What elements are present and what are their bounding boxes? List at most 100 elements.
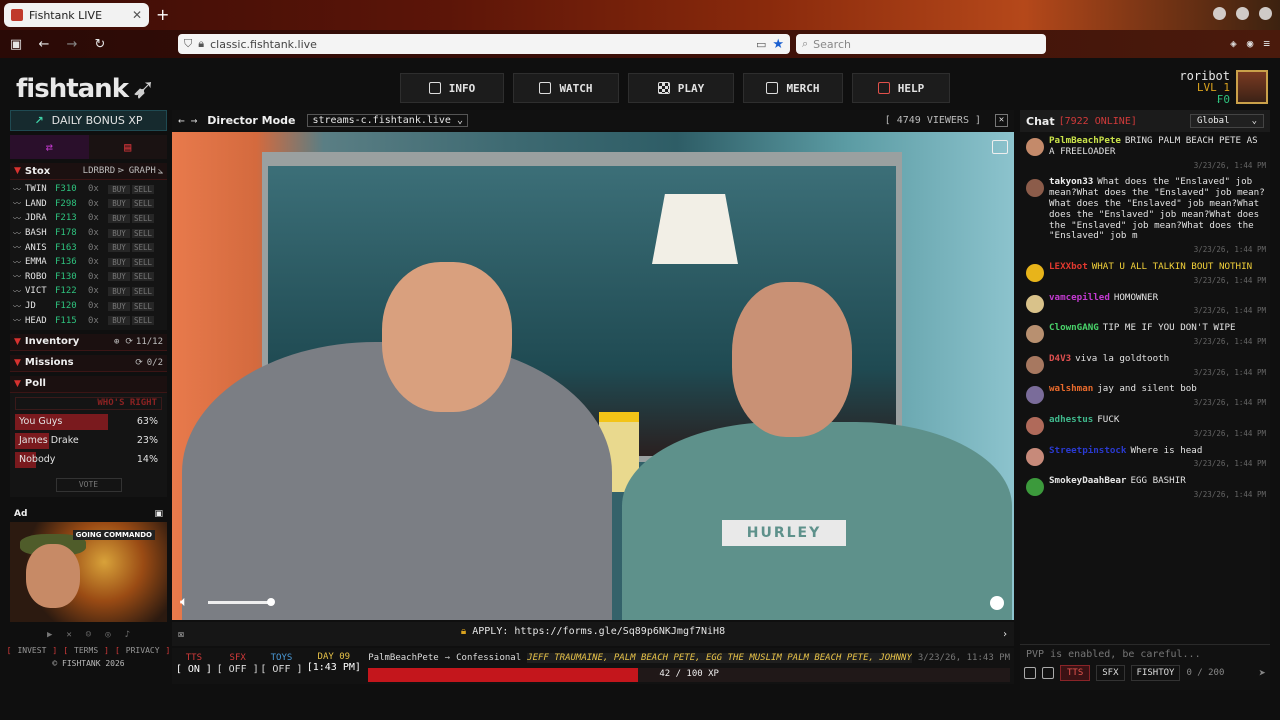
chat-username[interactable]: ClownGANG	[1049, 322, 1099, 333]
sfx-button[interactable]: SFX	[1096, 665, 1125, 681]
store-icon[interactable]: ▤	[88, 135, 167, 159]
menu-icon[interactable]: ≡	[1263, 37, 1270, 50]
toys-toggle[interactable]: TOYS[ OFF ]	[260, 648, 304, 684]
screenshot-icon[interactable]: ▭	[756, 38, 766, 51]
send-icon[interactable]: ➤	[1259, 666, 1266, 680]
fullscreen-icon[interactable]	[990, 596, 1004, 610]
prev-stream-icon[interactable]: ←	[178, 114, 185, 127]
stream-server-select[interactable]: streams-c.fishtank.live ⌄	[307, 113, 469, 127]
sell-button[interactable]: SELL	[132, 213, 154, 223]
twitter-icon[interactable]: ✕	[66, 630, 71, 640]
chat-input[interactable]: PVP is enabled, be careful...	[1020, 645, 1270, 663]
tts-button[interactable]: TTS	[1060, 665, 1091, 681]
buy-button[interactable]: BUY	[108, 286, 130, 296]
minimize-button[interactable]	[1213, 7, 1226, 20]
nav-merch-button[interactable]: MERCH	[743, 73, 843, 103]
sell-button[interactable]: SELL	[132, 243, 154, 253]
inventory-header[interactable]: ▼ Inventory ⊕ ⟳ 11/12	[10, 333, 167, 351]
poll-option[interactable]: James Drake 23%	[15, 432, 162, 449]
buy-button[interactable]: BUY	[108, 184, 130, 194]
sfx-toggle[interactable]: SFX[ OFF ]	[216, 648, 260, 684]
chat-avatar[interactable]	[1026, 325, 1044, 344]
url-bar[interactable]: ⛉ 🔒︎ classic.fishtank.live ▭ ★	[178, 34, 790, 54]
tts-toggle[interactable]: TTS[ ON ]	[172, 648, 216, 684]
terms-link[interactable]: TERMS	[74, 646, 98, 655]
leaderboard-link[interactable]: LDRBRD	[83, 166, 116, 176]
sell-button[interactable]: SELL	[132, 286, 154, 296]
buy-button[interactable]: BUY	[108, 199, 130, 209]
instagram-icon[interactable]: ◎	[105, 630, 110, 640]
maximize-button[interactable]	[1236, 7, 1249, 20]
browser-tab[interactable]: Fishtank LIVE ✕	[4, 3, 149, 27]
reload-icon[interactable]: ↻	[88, 37, 112, 52]
buy-button[interactable]: BUY	[108, 301, 130, 311]
close-tab-icon[interactable]: ✕	[132, 8, 142, 22]
invest-link[interactable]: INVEST	[17, 646, 46, 655]
buy-button[interactable]: BUY	[108, 272, 130, 282]
bookmark-star-icon[interactable]: ★	[772, 37, 784, 52]
sidebar-toggle-icon[interactable]: ▣	[4, 37, 28, 52]
poll-option[interactable]: You Guys 63%	[15, 413, 162, 430]
youtube-icon[interactable]: ▶	[47, 630, 52, 640]
tiktok-icon[interactable]: ♪	[125, 630, 130, 640]
ad-expand-icon[interactable]: ▣	[154, 509, 163, 519]
sell-button[interactable]: SELL	[132, 316, 154, 326]
buy-button[interactable]: BUY	[108, 228, 130, 238]
close-banner-icon[interactable]: ☒	[178, 629, 184, 640]
apply-message[interactable]: 🔒︎ APPLY: https://forms.gle/Sq89p6NKJmgf7…	[461, 626, 725, 637]
chat-channel-select[interactable]: Global ⌄	[1190, 114, 1264, 128]
user-profile[interactable]: roribot LVL 1 ₣0	[1179, 70, 1268, 106]
nav-watch-button[interactable]: WATCH	[513, 73, 619, 103]
new-tab-button[interactable]: +	[156, 5, 169, 24]
sell-button[interactable]: SELL	[132, 184, 154, 194]
extension-icon[interactable]: ◈	[1230, 37, 1237, 50]
chat-avatar[interactable]	[1026, 294, 1044, 313]
refresh-icon[interactable]: ⟳	[135, 358, 143, 368]
poll-header[interactable]: ▼ Poll	[10, 375, 167, 393]
fishtank-logo[interactable]: fishtank ➹	[16, 72, 155, 105]
buy-button[interactable]: BUY	[108, 213, 130, 223]
search-input[interactable]: ⌕ Search	[796, 34, 1046, 54]
picture-in-picture-icon[interactable]	[992, 140, 1008, 154]
daily-bonus-xp-button[interactable]: ↗ DAILY BONUS XP	[10, 110, 167, 131]
back-icon[interactable]: ←	[32, 37, 56, 52]
forward-icon[interactable]: →	[60, 37, 84, 52]
sell-button[interactable]: SELL	[132, 199, 154, 209]
graph-link[interactable]: GRAPH	[129, 166, 156, 176]
next-stream-icon[interactable]: →	[191, 114, 198, 127]
chat-avatar[interactable]	[1026, 447, 1044, 466]
buy-button[interactable]: BUY	[108, 257, 130, 267]
emoji-icon[interactable]	[1024, 667, 1036, 679]
buy-button[interactable]: BUY	[108, 316, 130, 326]
sell-button[interactable]: SELL	[132, 257, 154, 267]
chat-avatar[interactable]	[1026, 138, 1044, 156]
chat-username[interactable]: LEXXbot	[1049, 261, 1088, 272]
chat-username[interactable]: SmokeyDaahBear	[1049, 475, 1126, 486]
buy-button[interactable]: BUY	[108, 243, 130, 253]
chat-avatar[interactable]	[1026, 355, 1044, 374]
ad-image[interactable]: GOING COMMANDO	[10, 521, 167, 622]
chat-username[interactable]: takyon33	[1049, 176, 1093, 187]
discord-icon[interactable]: ☺	[86, 630, 91, 640]
chat-avatar[interactable]	[1026, 386, 1044, 405]
refresh-icon[interactable]: ⟳	[125, 337, 133, 347]
video-player[interactable]: HURLEY 🔈︎	[172, 132, 1014, 620]
swap-icon[interactable]: ⇄	[10, 135, 89, 159]
privacy-link[interactable]: PRIVACY	[126, 646, 160, 655]
controller-icon[interactable]: ⊕	[114, 337, 119, 347]
sell-button[interactable]: SELL	[132, 272, 154, 282]
fishtoy-button[interactable]: FISHTOY	[1130, 665, 1181, 681]
volume-knob[interactable]	[267, 598, 275, 606]
extension-icon[interactable]: ◉	[1247, 37, 1254, 50]
volume-icon[interactable]: 🔈︎	[180, 594, 188, 610]
volume-slider[interactable]	[208, 598, 275, 606]
chat-username[interactable]: walshman	[1049, 383, 1093, 394]
chat-username[interactable]: PalmBeachPete	[1049, 135, 1121, 146]
sell-button[interactable]: SELL	[132, 228, 154, 238]
chevron-right-icon[interactable]: ›	[1002, 629, 1008, 640]
missions-header[interactable]: ▼ Missions ⟳ 0/2	[10, 354, 167, 372]
nav-play-button[interactable]: PLAY	[628, 73, 734, 103]
media-icon[interactable]	[1042, 667, 1054, 679]
chat-username[interactable]: Streetpinstock	[1049, 445, 1126, 456]
close-stream-icon[interactable]: ✕	[995, 113, 1008, 127]
